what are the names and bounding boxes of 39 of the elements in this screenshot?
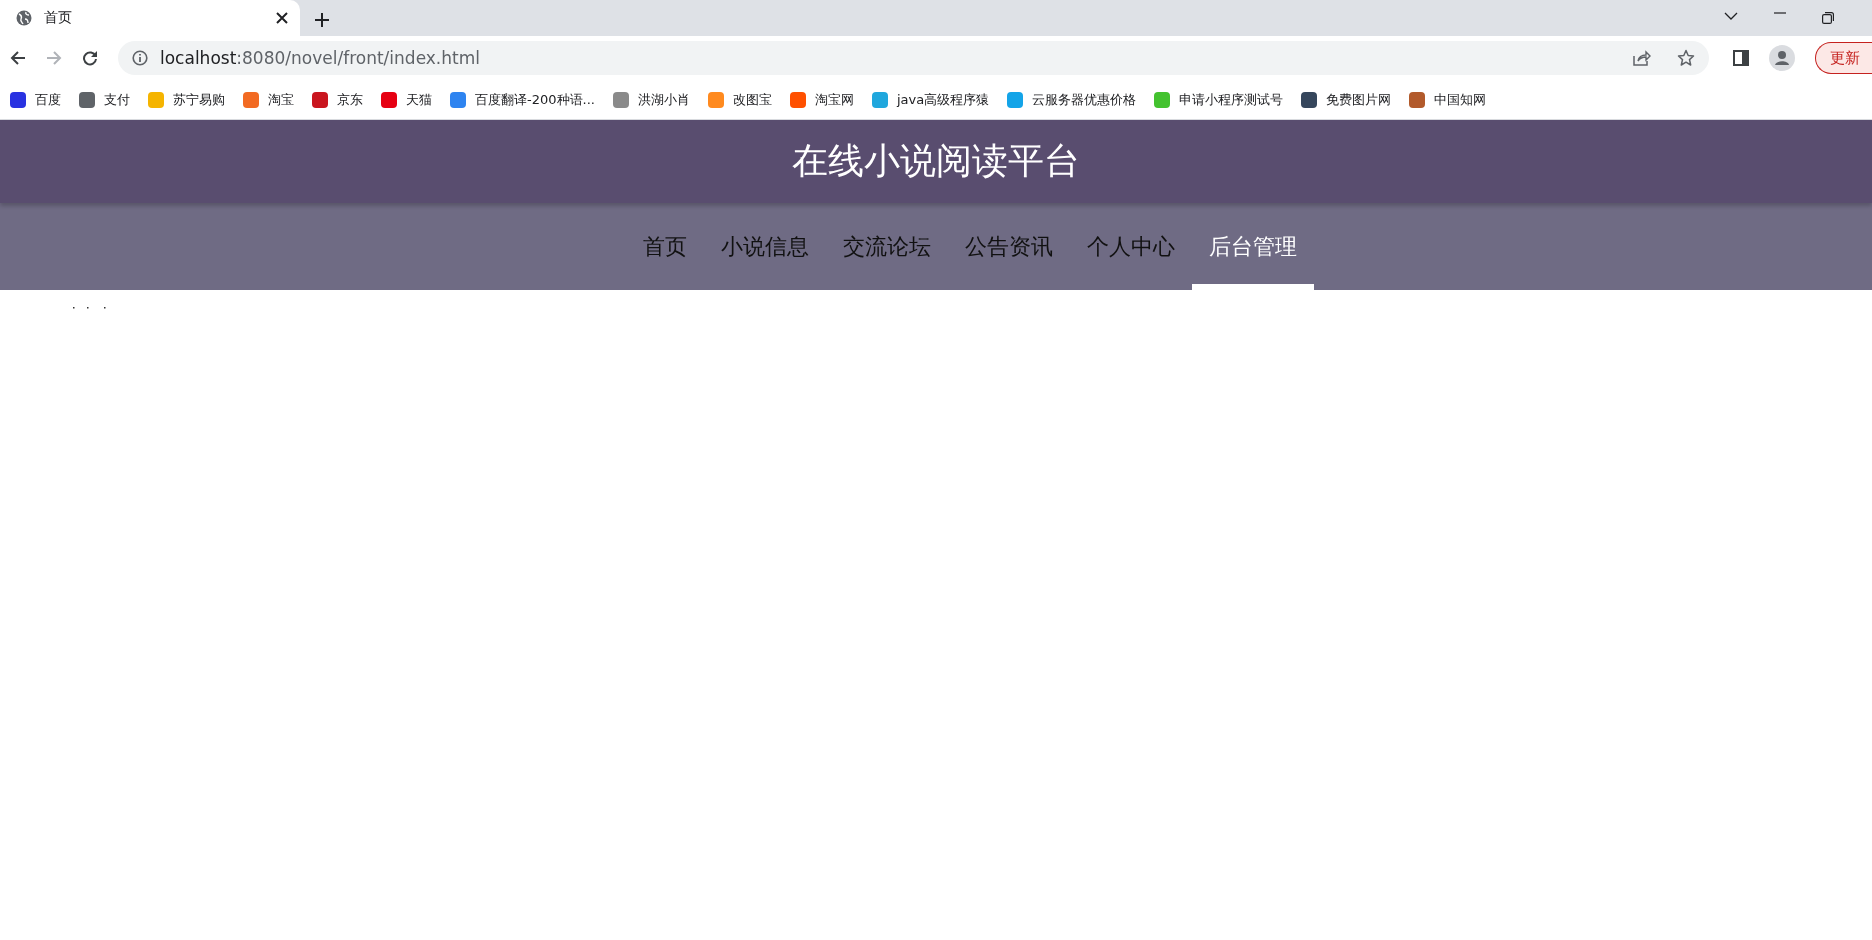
bookmark-link[interactable]: 洪湖小肖 (612, 90, 690, 109)
bookmark-link[interactable]: 支付 (79, 90, 130, 109)
globe-icon (16, 10, 32, 26)
reload-icon[interactable] (82, 50, 98, 66)
info-icon (132, 50, 148, 66)
bookmark-link[interactable]: 中国知网 (1409, 90, 1487, 109)
nav-link[interactable]: 个人中心 (1070, 203, 1192, 290)
address-bar[interactable]: localhost:8080/novel/front/index.html (118, 41, 1709, 75)
back-arrow-icon[interactable] (10, 50, 26, 66)
browser-tab[interactable]: 首页 (0, 0, 300, 36)
chevron-down-icon[interactable] (1724, 12, 1738, 20)
bookmark-link[interactable]: 淘宝网 (789, 90, 854, 109)
bookmark-link[interactable]: 天猫 (381, 90, 432, 109)
close-icon[interactable] (276, 12, 288, 24)
nav-link[interactable]: 小说信息 (704, 203, 826, 290)
update-button[interactable]: 更新 (1815, 42, 1872, 74)
bookmark-link[interactable]: 免费图片网 (1301, 90, 1392, 109)
url-text: localhost:8080/novel/front/index.html (160, 48, 481, 68)
profile-avatar-icon[interactable] (1769, 45, 1795, 71)
bookmark-link[interactable]: java高级程序猿 (871, 90, 990, 109)
nav-link[interactable]: 首页 (626, 203, 704, 290)
bookmark-link[interactable]: 苏宁易购 (148, 90, 225, 109)
bookmark-link[interactable]: 云服务器优惠价格 (1007, 90, 1137, 109)
site-title: 在线小说阅读平台 (792, 139, 1080, 183)
side-panel-icon[interactable] (1733, 50, 1749, 66)
bookmark-link[interactable]: 申请小程序测试号 (1154, 90, 1284, 109)
tab-title: 首页 (44, 9, 73, 27)
restore-icon[interactable] (1822, 12, 1834, 24)
share-icon[interactable] (1633, 50, 1651, 66)
bookmark-link[interactable]: 百度 (10, 90, 61, 109)
nav-link[interactable]: 后台管理 (1192, 203, 1314, 290)
new-tab-plus-icon[interactable] (314, 12, 330, 28)
nav-link[interactable]: 公告资讯 (948, 203, 1070, 290)
bookmark-link[interactable]: 百度翻译-200种语... (450, 90, 595, 109)
star-icon[interactable] (1677, 49, 1695, 67)
bookmark-link[interactable]: 京东 (312, 90, 363, 109)
nav-link[interactable]: 交流论坛 (826, 203, 948, 290)
bookmark-link[interactable]: 改图宝 (707, 90, 772, 109)
bookmark-link[interactable]: 淘宝 (243, 90, 294, 109)
